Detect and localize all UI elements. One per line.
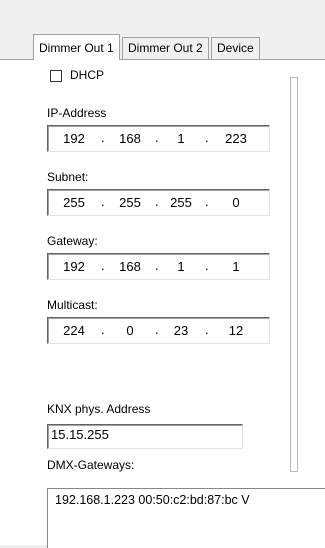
knx-address-label: KNX phys. Address — [47, 402, 151, 416]
dhcp-checkbox[interactable] — [50, 70, 62, 82]
multicast-octet-2[interactable]: 0 — [112, 323, 148, 338]
subnet-octet-1[interactable]: 255 — [56, 195, 92, 210]
multicast-field[interactable]: 224 . 0 . 23 . 12 — [47, 317, 270, 344]
dot-separator: . — [101, 194, 105, 209]
gateway-octet-1[interactable]: 192 — [56, 259, 92, 274]
ip-octet-3[interactable]: 1 — [163, 131, 199, 146]
dot-separator: . — [205, 322, 209, 337]
tab-device[interactable]: Device — [211, 37, 260, 59]
dmx-gateways-list[interactable]: 192.168.1.223 00:50:c2:bd:87:bc V — [47, 488, 325, 548]
multicast-label: Multicast: — [47, 298, 98, 312]
list-item[interactable]: 192.168.1.223 00:50:c2:bd:87:bc V — [55, 493, 250, 507]
gateway-octet-3[interactable]: 1 — [163, 259, 199, 274]
dot-separator: . — [205, 258, 209, 273]
dot-separator: . — [101, 258, 105, 273]
multicast-octet-4[interactable]: 12 — [218, 323, 254, 338]
knx-address-input[interactable]: 15.15.255 — [47, 424, 243, 449]
dot-separator: . — [205, 130, 209, 145]
multicast-octet-3[interactable]: 23 — [163, 323, 199, 338]
ip-octet-2[interactable]: 168 — [112, 131, 148, 146]
ip-address-label: IP-Address — [47, 106, 107, 120]
gateway-label: Gateway: — [47, 234, 98, 248]
dhcp-label: DHCP — [70, 68, 105, 82]
dot-separator: . — [155, 194, 159, 209]
ip-octet-1[interactable]: 192 — [56, 131, 92, 146]
tab-dimmer-out-1[interactable]: Dimmer Out 1 — [33, 34, 120, 60]
dot-separator: . — [155, 258, 159, 273]
tab-strip: Dimmer Out 1 Dimmer Out 2 Device — [0, 30, 325, 60]
ip-octet-4[interactable]: 223 — [218, 131, 254, 146]
subnet-field[interactable]: 255 . 255 . 255 . 0 — [47, 189, 270, 216]
dot-separator: . — [205, 194, 209, 209]
subnet-octet-4[interactable]: 0 — [218, 195, 254, 210]
gateway-octet-4[interactable]: 1 — [218, 259, 254, 274]
dot-separator: . — [101, 130, 105, 145]
group-frame — [290, 77, 298, 472]
dot-separator: . — [155, 322, 159, 337]
subnet-octet-3[interactable]: 255 — [163, 195, 199, 210]
gateway-field[interactable]: 192 . 168 . 1 . 1 — [47, 253, 270, 280]
dot-separator: . — [101, 322, 105, 337]
multicast-octet-1[interactable]: 224 — [56, 323, 92, 338]
gateway-octet-2[interactable]: 168 — [112, 259, 148, 274]
dmx-gateways-label: DMX-Gateways: — [47, 458, 135, 472]
dot-separator: . — [155, 130, 159, 145]
tab-dimmer-out-2[interactable]: Dimmer Out 2 — [122, 37, 209, 59]
ip-address-field[interactable]: 192 . 168 . 1 . 223 — [47, 125, 270, 152]
subnet-label: Subnet: — [47, 170, 89, 184]
subnet-octet-2[interactable]: 255 — [112, 195, 148, 210]
